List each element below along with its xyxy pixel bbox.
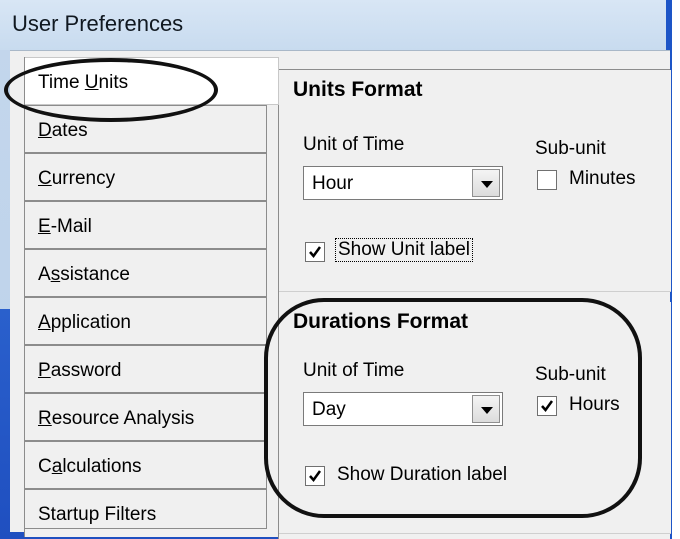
durations-unit-of-time-dropdown[interactable]: Day	[303, 392, 503, 426]
units-unit-of-time-dropdown[interactable]: Hour	[303, 166, 503, 200]
tab-label-accel: C	[38, 168, 52, 189]
tab-email[interactable]: E-Mail	[25, 201, 267, 249]
tab-label-post: nits	[98, 72, 129, 93]
durations-format-title: Durations Format	[293, 310, 469, 333]
tab-label-pre: A	[38, 264, 51, 285]
tab-startup-filters[interactable]: Startup Filters	[25, 489, 267, 529]
tab-password[interactable]: Password	[25, 345, 267, 393]
title-bar[interactable]: User Preferences	[0, 0, 666, 50]
durations-subunit-option: Hours	[569, 394, 620, 415]
tab-dates[interactable]: Dates	[25, 105, 267, 153]
tab-label-post: ates	[51, 120, 88, 141]
tab-label-post: urrency	[51, 168, 116, 189]
show-unit-label-checkbox[interactable]	[305, 242, 325, 262]
tab-label-accel: A	[38, 312, 51, 333]
tab-label-post: -Mail	[50, 216, 92, 237]
tab-label-pre: C	[38, 456, 52, 477]
tab-label-post: assword	[50, 360, 122, 381]
chevron-down-icon[interactable]	[472, 169, 500, 197]
units-format-group: Units Format Unit of Time Hour Sub-unit …	[279, 70, 671, 292]
show-duration-label-text: Show Duration label	[337, 464, 508, 485]
preference-tabs: Time Units Dates Currency E-Mail Assista…	[24, 57, 279, 537]
durations-unit-of-time-label: Unit of Time	[303, 360, 405, 381]
durations-format-group: Durations Format Unit of Time Day Sub-un…	[279, 302, 671, 534]
checkmark-icon	[309, 470, 322, 483]
tab-calculations[interactable]: Calculations	[25, 441, 267, 489]
tab-label-accel: P	[38, 360, 51, 381]
tab-label-accel: a	[51, 456, 63, 477]
tab-label-accel: s	[50, 264, 61, 285]
tab-label-post: Startup Filters	[38, 504, 157, 525]
checkmark-icon	[309, 246, 322, 259]
tab-label-post: pplication	[50, 312, 131, 333]
durations-unit-of-time-value: Day	[312, 399, 346, 420]
units-unit-of-time-value: Hour	[312, 173, 354, 194]
tab-label-accel: E	[38, 216, 51, 237]
tab-time-units[interactable]: Time Units	[25, 57, 279, 105]
units-unit-of-time-label: Unit of Time	[303, 134, 405, 155]
units-subunit-label: Sub-unit	[535, 138, 606, 159]
user-preferences-window: User Preferences Time Units Dates Curren…	[0, 0, 672, 539]
units-format-title: Units Format	[293, 78, 423, 101]
tab-label-accel: U	[84, 72, 99, 93]
tab-resource-analysis[interactable]: Resource Analysis	[25, 393, 267, 441]
show-unit-label-text: Show Unit label	[335, 238, 474, 262]
tab-label-accel: R	[38, 408, 52, 429]
checkmark-icon	[541, 400, 554, 413]
units-subunit-option: Minutes	[569, 168, 636, 189]
tab-label-post: esource Analysis	[51, 408, 195, 429]
tab-application[interactable]: Application	[25, 297, 267, 345]
window-title: User Preferences	[12, 11, 184, 36]
tab-label-pre: Time	[38, 72, 85, 93]
durations-subunit-checkbox[interactable]	[537, 396, 557, 416]
time-units-panel: Units Format Unit of Time Hour Sub-unit …	[278, 69, 671, 539]
tab-label-accel: D	[38, 120, 52, 141]
tab-label-post: sistance	[60, 264, 130, 285]
tab-assistance[interactable]: Assistance	[25, 249, 267, 297]
tab-currency[interactable]: Currency	[25, 153, 267, 201]
dialog-client-area: Time Units Dates Currency E-Mail Assista…	[10, 50, 671, 539]
chevron-down-icon[interactable]	[472, 395, 500, 423]
show-duration-label-checkbox[interactable]	[305, 466, 325, 486]
durations-subunit-label: Sub-unit	[535, 364, 606, 385]
units-subunit-checkbox[interactable]	[537, 170, 557, 190]
tab-label-post: lculations	[62, 456, 142, 477]
